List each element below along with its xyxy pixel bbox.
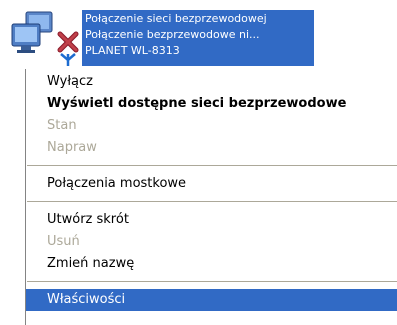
connection-name: Połączenie sieci bezprzewodowej — [85, 12, 267, 25]
context-menu: Wyłącz Wyświetl dostępne sieci bezprzewo… — [25, 69, 397, 325]
connection-device: PLANET WL-8313 — [85, 44, 180, 57]
desktop-area: Połączenie sieci bezprzewodowej Połączen… — [0, 0, 397, 325]
menu-item-rename[interactable]: Zmień nazwę — [26, 253, 397, 275]
wireless-network-connection-icon[interactable] — [6, 10, 82, 66]
menu-item-delete: Usuń — [47, 234, 80, 249]
menu-item-create-shortcut[interactable]: Utwórz skrót — [26, 209, 397, 231]
connection-label[interactable]: Połączenie sieci bezprzewodowej Połączen… — [82, 10, 314, 66]
menu-item-repair: Napraw — [47, 140, 97, 155]
menu-item-properties[interactable]: Właściwości — [26, 289, 397, 311]
disconnected-x-icon — [57, 31, 79, 53]
connection-status: Połączenie bezprzewodowe ni... — [85, 28, 260, 41]
menu-separator — [27, 165, 397, 166]
menu-separator — [27, 281, 397, 282]
menu-item-view-wireless-networks[interactable]: Wyświetl dostępne sieci bezprzewodowe — [26, 93, 397, 115]
menu-item-disable[interactable]: Wyłącz — [26, 71, 397, 93]
menu-separator — [27, 201, 397, 202]
menu-item-bridge-connections[interactable]: Połączenia mostkowe — [26, 173, 397, 195]
menu-item-status: Stan — [47, 118, 77, 133]
